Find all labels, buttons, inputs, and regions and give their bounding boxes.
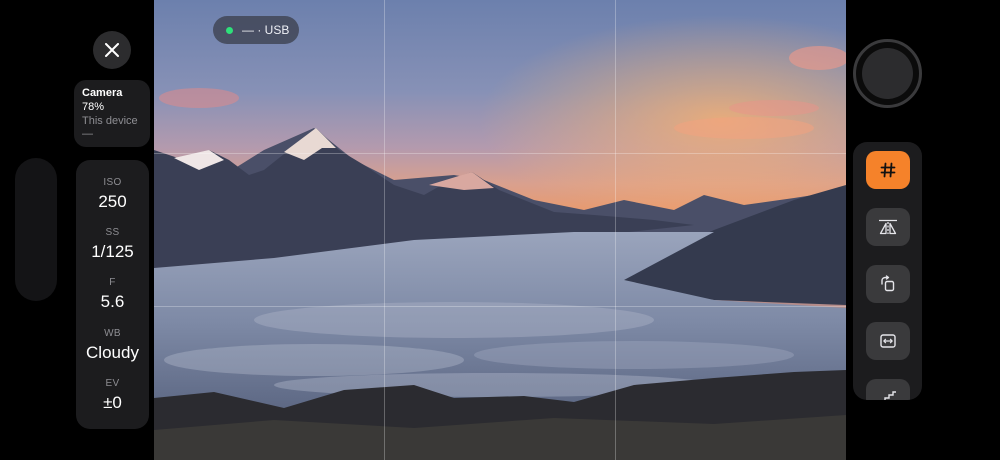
shutter-button-inner [862,48,913,99]
grid-toggle-button[interactable] [866,151,910,189]
param-exposure-comp-value: ±0 [103,393,122,412]
param-iso-value: 250 [98,192,127,211]
connection-status-pill[interactable]: — · USB [213,16,299,44]
exposure-params-card: ISO 250 SS 1/125 F 5.6 WB Cloudy EV ±0 [76,160,149,429]
param-shutter-speed[interactable]: SS 1/125 [76,227,149,262]
histogram-button[interactable] [866,379,910,400]
grid-line-vertical-2 [615,0,616,460]
connection-status-dot [226,26,233,34]
rotate-icon [881,275,895,292]
rotate-button[interactable] [866,265,910,303]
histogram-icon [880,391,896,400]
fit-width-icon [880,334,896,348]
device-source: This device [82,115,138,127]
grid-icon [880,162,896,178]
param-aperture-label: F [109,277,116,288]
param-shutter-speed-label: SS [105,227,120,238]
param-shutter-speed-value: 1/125 [91,242,134,261]
param-white-balance-label: WB [104,328,121,339]
fit-width-button[interactable] [866,322,910,360]
param-iso[interactable]: ISO 250 [76,177,149,212]
viewfinder[interactable] [154,0,846,460]
param-iso-label: ISO [103,177,122,188]
close-icon [105,43,119,57]
grid-line-horizontal-1 [154,153,846,154]
perspective-icon [879,219,897,235]
device-extra: — [82,128,93,140]
grid-line-horizontal-2 [154,306,846,307]
param-aperture-value: 5.6 [100,292,125,311]
perspective-button[interactable] [866,208,910,246]
param-exposure-comp[interactable]: EV ±0 [76,378,149,413]
connection-status-label: — · USB [242,23,290,37]
device-info-card[interactable]: Camera 78% This device — [74,80,150,147]
grid-line-vertical-1 [384,0,385,460]
side-handle[interactable] [15,158,57,301]
device-name: Camera [82,87,123,99]
live-preview-image [154,0,846,460]
device-battery: 78% [82,101,105,113]
tool-panel [853,142,922,400]
param-white-balance-value: Cloudy [86,343,139,362]
param-exposure-comp-label: EV [105,378,120,389]
shutter-button[interactable] [853,39,922,108]
param-aperture[interactable]: F 5.6 [76,277,149,312]
param-white-balance[interactable]: WB Cloudy [76,328,149,363]
close-button[interactable] [93,31,131,69]
